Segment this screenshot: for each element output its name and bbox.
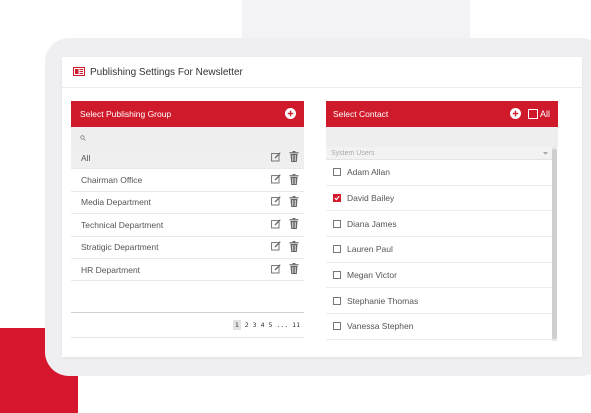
page-link[interactable]: 11 [292,321,300,329]
contact-name: David Bailey [347,193,395,204]
add-contact-icon[interactable] [509,107,521,121]
select-all-checkbox[interactable] [527,109,538,119]
contact-name: Vanessa Stephen [347,321,414,332]
edit-icon[interactable] [271,263,281,276]
page-link[interactable]: 3 [253,321,257,329]
edit-icon[interactable] [271,241,281,253]
contact-row[interactable]: Lauren Paul [326,237,552,263]
contact-row[interactable]: Vanessa Stephen [326,314,552,340]
contact-checkbox[interactable] [333,245,341,254]
group-label: Technical Department [81,219,164,230]
contact-row[interactable]: Stephanie Thomas [326,288,552,315]
contact-name: Megan Victor [347,270,397,281]
group-list: All Chairman Office Media Department Techni… [71,147,304,282]
group-label: Stratigic Department [81,242,159,253]
scrollbar-thumb[interactable] [552,149,557,339]
contact-checkbox[interactable] [333,168,341,177]
page-link[interactable]: ... [276,321,288,329]
select-all-label: All [539,109,550,119]
contact-panel-title: Select Contact [333,109,389,119]
group-row[interactable]: HR Department [71,259,304,282]
group-row[interactable]: Chairman Office [71,169,304,192]
caret-down-icon [543,150,548,157]
contact-group-dropdown[interactable]: System Users [326,147,552,160]
edit-icon[interactable] [271,196,281,208]
contact-name: Diana James [347,218,397,229]
settings-card: Publishing Settings For Newsletter Selec… [62,57,582,357]
contact-row[interactable]: David Bailey [326,186,552,212]
page-link[interactable]: 5 [269,321,273,329]
contact-checkbox[interactable] [333,296,341,305]
page-link[interactable]: 1 [232,320,241,330]
contact-row[interactable]: Megan Victor [326,263,552,289]
edit-icon[interactable] [271,174,281,186]
publishing-group-panel: Select Publishing Group All Chairman Offi… [71,101,304,357]
group-label: All [81,152,91,163]
add-group-icon[interactable] [285,107,296,121]
pagination: 1 2 3 4 5... 11 [71,312,304,338]
contact-scrollbar[interactable] [552,147,557,341]
trash-icon[interactable] [289,240,299,254]
contact-group-label: System Users [331,149,375,157]
page-link[interactable]: 2 [245,321,249,329]
contact-row[interactable]: Diana James [326,211,552,238]
contact-name: Adam Allan [347,167,390,178]
contact-checkbox[interactable] [333,194,341,203]
contact-checkbox[interactable] [333,271,341,280]
page-link[interactable]: 4 [261,321,265,329]
group-label: Media Department [81,197,151,208]
page-title: Publishing Settings For Newsletter [90,66,243,78]
contact-list: System Users Adam Allan David Bailey Diana… [326,147,552,341]
publishing-group-title: Select Publishing Group [80,109,172,119]
card-header: Publishing Settings For Newsletter [62,57,582,88]
edit-icon[interactable] [271,219,281,231]
contact-name: Stephanie Thomas [347,295,419,306]
contact-checkbox[interactable] [333,219,341,228]
trash-icon[interactable] [289,173,299,187]
contact-name: Lauren Paul [347,244,393,255]
group-row[interactable]: Technical Department [71,214,304,237]
group-label: Chairman Office [81,175,143,186]
trash-icon[interactable] [289,195,299,209]
group-row[interactable]: Media Department [71,192,304,215]
group-search-bar[interactable] [71,127,304,147]
group-label: HR Department [81,264,141,275]
contact-search-bar[interactable] [326,127,558,147]
trash-icon[interactable] [289,151,299,164]
contact-panel: Select Contact All System Users Adam All… [326,101,558,341]
group-row[interactable]: All [71,147,304,170]
publishing-group-header: Select Publishing Group [71,101,304,127]
group-row[interactable]: Stratigic Department [71,237,304,259]
contact-checkbox[interactable] [333,322,341,331]
contact-row[interactable]: Adam Allan [326,160,552,186]
edit-icon[interactable] [271,152,281,164]
search-icon [80,128,86,146]
trash-icon[interactable] [289,263,299,276]
trash-icon[interactable] [289,218,299,231]
newsletter-icon [73,63,85,81]
contact-header: Select Contact All [326,101,558,127]
